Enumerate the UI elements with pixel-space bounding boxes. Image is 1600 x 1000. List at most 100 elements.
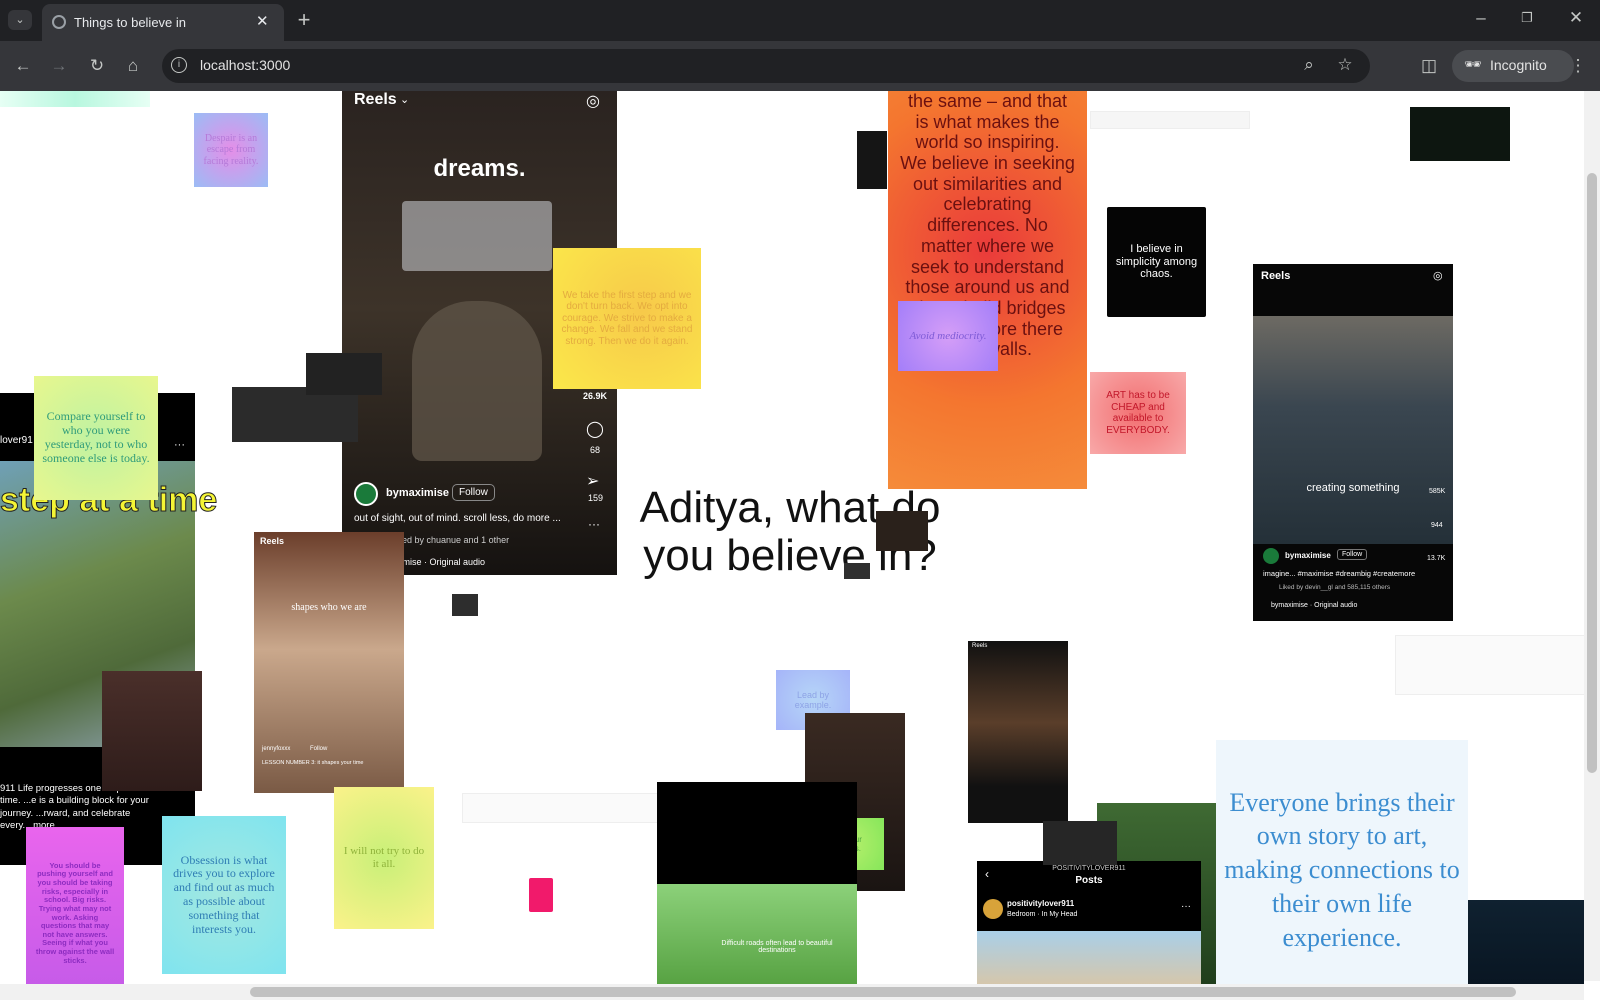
note-compare[interactable]: Compare yourself to who you were yesterd… [34, 376, 158, 500]
note-avoid[interactable]: Avoid mediocrity. [898, 301, 998, 371]
incognito-label: Incognito [1490, 57, 1547, 73]
reel-caption: LESSON NUMBER 3: it shapes your time [262, 760, 364, 766]
more-icon[interactable]: ··· [174, 439, 185, 451]
comment-card [1395, 635, 1585, 695]
comment-card [1090, 111, 1250, 129]
close-tab-icon[interactable]: ✕ [256, 12, 269, 30]
note-same[interactable]: the same – and that is what makes the wo… [888, 91, 1087, 489]
more-icon[interactable]: ··· [588, 517, 600, 531]
window-close-icon[interactable]: ✕ [1565, 8, 1587, 28]
avatar[interactable] [354, 482, 378, 506]
url-text: localhost:3000 [200, 57, 291, 73]
note-everyone[interactable]: Everyone brings their own story to art, … [1216, 740, 1468, 1000]
shares-count: 13.7K [1427, 555, 1446, 562]
back-icon[interactable]: ← [12, 56, 34, 76]
minimize-icon[interactable]: – [1470, 8, 1492, 28]
note-art[interactable]: ART has to be CHEAP and available to EVE… [1090, 372, 1186, 454]
reel-mini[interactable]: Reels [968, 641, 1068, 823]
reel-username[interactable]: bymaximise [1285, 551, 1331, 560]
note-despair[interactable]: Despair is an escape from facing reality… [194, 113, 268, 187]
reel-video-frame [1253, 316, 1453, 544]
more-icon[interactable]: ··· [1181, 901, 1191, 912]
site-info-icon[interactable]: i [171, 57, 187, 73]
mini-thumbnail [452, 594, 478, 616]
comments-count: 68 [590, 445, 601, 455]
vertical-scrollbar[interactable] [1584, 91, 1600, 981]
post-username[interactable]: lover91 [0, 435, 33, 446]
reel-header: Reels [1261, 270, 1291, 282]
reel-caption: imagine... #maximise #dreambig #createmo… [1263, 569, 1416, 578]
avatar[interactable] [983, 899, 1003, 919]
share-icon[interactable]: ➢ [586, 471, 599, 491]
reel-username[interactable]: bymaximise [386, 487, 449, 499]
note-tiny[interactable] [529, 878, 553, 912]
menu-icon[interactable]: ⋮ [1568, 56, 1588, 76]
new-tab-icon[interactable]: + [293, 9, 315, 31]
anime-subtitle: Difficult roads often lead to beautiful … [721, 940, 833, 954]
follow-button[interactable]: Follow [310, 746, 327, 752]
horizontal-scroll-thumb[interactable] [250, 987, 1516, 997]
likes-count: 585K [1429, 488, 1446, 495]
tab-strip: ⌄ Things to believe in ✕ + – ❐ ✕ [0, 0, 1600, 41]
note-obsession[interactable]: Obsession is what drives you to explore … [162, 816, 286, 974]
laptop-image [402, 201, 552, 271]
comment-card [306, 353, 382, 395]
tab-search-icon[interactable]: ⌄ [8, 10, 32, 30]
incognito-icon: 🕶 [1464, 56, 1482, 72]
posts-audio: Bedroom · In My Head [1007, 911, 1078, 918]
comment-card [232, 387, 358, 442]
note-pushing[interactable]: You should be pushing yourself and you s… [26, 827, 124, 1000]
mini-thumbnail [876, 511, 928, 551]
incognito-badge[interactable]: 🕶 Incognito [1452, 50, 1574, 82]
address-bar[interactable]: i localhost:3000 ☆ ⌕ [162, 49, 1370, 83]
avatar[interactable] [1263, 548, 1279, 564]
note-fragment [0, 91, 150, 107]
camera-icon[interactable]: ◎ [1433, 269, 1443, 282]
moodboard-canvas[interactable]: Despair is an escape from facing reality… [0, 91, 1600, 1000]
forward-icon[interactable]: → [48, 56, 70, 76]
posts-panel[interactable]: ‹ POSITIVITYLOVER911 Posts positivitylov… [977, 861, 1201, 1000]
posts-account: POSITIVITYLOVER911 [1052, 865, 1126, 872]
mini-thumbnail [1410, 107, 1510, 161]
bookmark-star-icon[interactable]: ☆ [1334, 55, 1356, 75]
note-will-not[interactable]: I will not try to do it all. [334, 787, 434, 929]
reel-header: Reels [354, 91, 397, 108]
reel-small[interactable]: Reels shapes who we are jennyfoxxx Follo… [254, 532, 404, 793]
tab-title: Things to believe in [74, 15, 187, 30]
video-thumbnail[interactable] [102, 671, 202, 791]
posts-title: Posts [1075, 875, 1103, 886]
note-simplicity[interactable]: I believe in simplicity among chaos. [1107, 207, 1206, 317]
reel-right[interactable]: Reels ◎ creating something 585K 944 13.7… [1253, 264, 1453, 621]
camera-icon[interactable]: ◎ [586, 91, 600, 111]
mini-thumbnail [857, 131, 887, 189]
home-icon[interactable]: ⌂ [122, 56, 144, 76]
reel-header: Reels [260, 536, 285, 546]
reel-overlay-text: dreams. [433, 155, 526, 182]
follow-button[interactable]: Follow [452, 484, 495, 501]
reel-username[interactable]: jennyfoxxx [262, 746, 290, 752]
reel-overlay-text: shapes who we are [291, 602, 367, 613]
comments-count: 944 [1431, 522, 1443, 529]
reel-anime[interactable]: Difficult roads often lead to beautiful … [657, 782, 857, 1000]
person-image [412, 301, 542, 461]
side-panel-icon[interactable]: ◫ [1418, 56, 1440, 76]
follow-button[interactable]: Follow [1337, 549, 1368, 560]
reload-icon[interactable]: ↻ [86, 56, 108, 76]
comment-icon[interactable]: ◯ [586, 419, 604, 439]
zoom-icon[interactable]: ⌕ [1298, 55, 1320, 75]
mini-thumbnail [844, 563, 870, 579]
note-first-step[interactable]: We take the first step and we don't turn… [553, 248, 701, 389]
reel-caption: out of sight, out of mind. scroll less, … [354, 513, 561, 524]
liked-by-text: Liked by devin__gl and 585,115 others [1279, 584, 1391, 591]
likes-count: 26.9K [583, 391, 608, 401]
posts-username[interactable]: positivitylover911 [1007, 899, 1074, 908]
tab-active[interactable]: Things to believe in ✕ [42, 4, 284, 41]
globe-icon [52, 15, 66, 29]
comment-card [462, 793, 662, 823]
chevron-down-icon: ⌄ [400, 94, 410, 106]
reel-overlay-text: creating something [1306, 482, 1400, 494]
reel-header: Reels [972, 643, 988, 649]
restore-icon[interactable]: ❐ [1516, 8, 1538, 28]
horizontal-scrollbar[interactable] [0, 984, 1584, 1000]
vertical-scroll-thumb[interactable] [1587, 173, 1597, 773]
